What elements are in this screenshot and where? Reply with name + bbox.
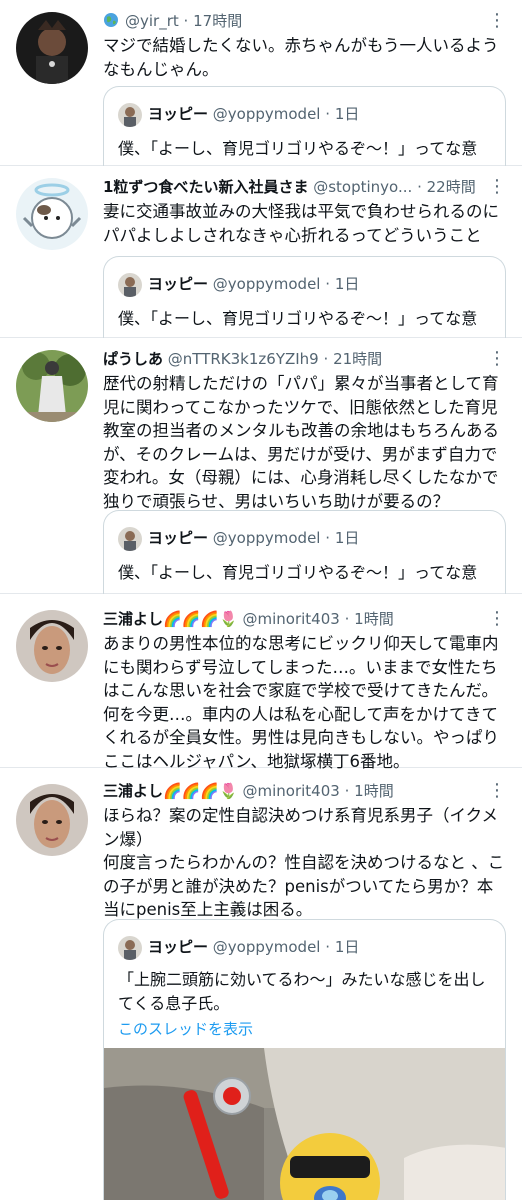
avatar bbox=[118, 935, 142, 960]
timestamp[interactable]: 17時間 bbox=[193, 12, 242, 30]
avatar[interactable] bbox=[16, 784, 88, 856]
quoted-author-name: ヨッピー bbox=[148, 105, 209, 123]
timestamp[interactable]: 1時間 bbox=[354, 610, 394, 628]
avatar bbox=[118, 272, 142, 297]
globe-icon bbox=[103, 11, 119, 27]
quoted-author-handle: @yoppymodel bbox=[212, 275, 321, 293]
quoted-author-name: ヨッピー bbox=[148, 529, 209, 547]
separator: · bbox=[323, 350, 329, 368]
quoted-text: 僕、「よーし、育児ゴリゴリやるぞ〜！」ってな意 bbox=[118, 139, 478, 158]
separator: · bbox=[325, 275, 331, 293]
quoted-tweet[interactable]: ヨッピー @yoppymodel · 1日 「上腕二頭筋に効いてるわ〜」みたいな… bbox=[103, 919, 506, 1200]
avatar[interactable] bbox=[16, 178, 88, 250]
quoted-text: 「上腕二頭筋に効いてるわ〜」みたいな感じを出してくる息子氏。 bbox=[118, 970, 486, 1013]
author-handle[interactable]: @stoptinyo... bbox=[313, 178, 412, 196]
separator: · bbox=[344, 610, 350, 628]
show-thread-link[interactable]: このスレッドを表示 bbox=[118, 1018, 253, 1039]
tweet-text: 歴代の射精しただけの「パパ」累々が当事者として育児に関わってこなかったツケで、旧… bbox=[103, 374, 499, 511]
quoted-timestamp: 1日 bbox=[334, 105, 360, 123]
separator: · bbox=[325, 938, 331, 956]
quoted-timestamp: 1日 bbox=[334, 529, 360, 547]
separator: · bbox=[344, 782, 350, 800]
quoted-tweet[interactable]: ヨッピー @yoppymodel · 1日 僕、「よーし、育児ゴリゴリやるぞ〜！… bbox=[103, 86, 506, 166]
quoted-author-name: ヨッピー bbox=[148, 275, 209, 293]
quoted-author-handle: @yoppymodel bbox=[212, 105, 321, 123]
tweet[interactable]: 三浦よし🌈🌈🌈🌷 @minorit403 · 1時間 ⋮ あまりの男性本位的な思… bbox=[0, 594, 522, 771]
author-name[interactable]: 三浦よし🌈🌈🌈🌷 bbox=[103, 782, 238, 800]
quoted-tweet[interactable]: ヨッピー @yoppymodel · 1日 僕、「よーし、育児ゴリゴリやるぞ〜！… bbox=[103, 256, 506, 338]
separator: · bbox=[325, 105, 331, 123]
author-handle[interactable]: @minorit403 bbox=[243, 610, 340, 628]
more-vertical-icon[interactable]: ⋮ bbox=[488, 178, 506, 196]
tweet-text: マジで結婚したくない。赤ちゃんがもう一人いるようなもんじゃん。 bbox=[103, 36, 499, 79]
author-handle[interactable]: @yir_rt bbox=[125, 12, 179, 30]
author-handle[interactable]: @minorit403 bbox=[243, 782, 340, 800]
author-name[interactable]: ぱうしあ bbox=[103, 350, 163, 368]
separator: · bbox=[183, 12, 189, 30]
quoted-text: 僕、「よーし、育児ゴリゴリやるぞ〜！」ってな意 bbox=[118, 563, 478, 582]
more-vertical-icon[interactable]: ⋮ bbox=[488, 12, 506, 30]
timestamp[interactable]: 22時間 bbox=[427, 178, 476, 196]
author-name[interactable]: 1粒ずつ食べたい新入社員さま bbox=[103, 178, 308, 196]
tweet-text: あまりの男性本位的な思考にビックリ仰天して電車内にも関わらず号泣してしまった…。… bbox=[103, 634, 499, 771]
avatar[interactable] bbox=[16, 610, 88, 682]
quoted-photo[interactable] bbox=[104, 1048, 505, 1200]
quoted-author-handle: @yoppymodel bbox=[212, 529, 321, 547]
tweet[interactable]: ぱうしあ @nTTRK3k1z6YZIh9 · 21時間 ⋮ 歴代の射精しただけ… bbox=[0, 338, 522, 594]
tweet-text: 妻に交通事故並みの大怪我は平気で負わせられるのにパパよしよしされなきゃ心折れるっ… bbox=[103, 202, 499, 245]
avatar[interactable] bbox=[16, 12, 88, 84]
tweet[interactable]: @yir_rt · 17時間 ⋮ マジで結婚したくない。赤ちゃんがもう一人いるよ… bbox=[0, 0, 522, 166]
quoted-author-name: ヨッピー bbox=[148, 938, 209, 956]
tweet[interactable]: 三浦よし🌈🌈🌈🌷 @minorit403 · 1時間 ⋮ ほらね？案の定性自認決… bbox=[0, 768, 522, 1200]
tweet-text: ほらね？案の定性自認決めつけ系育児系男子（イクメン爆） 何度言ったらわかんの？性… bbox=[103, 806, 505, 919]
more-vertical-icon[interactable]: ⋮ bbox=[488, 782, 506, 800]
timestamp[interactable]: 21時間 bbox=[333, 350, 382, 368]
avatar bbox=[118, 526, 142, 551]
more-vertical-icon[interactable]: ⋮ bbox=[488, 350, 506, 368]
quoted-text: 僕、「よーし、育児ゴリゴリやるぞ〜！」ってな意 bbox=[118, 309, 478, 328]
separator: · bbox=[325, 529, 331, 547]
quoted-tweet[interactable]: ヨッピー @yoppymodel · 1日 僕、「よーし、育児ゴリゴリやるぞ〜！… bbox=[103, 510, 506, 594]
author-handle[interactable]: @nTTRK3k1z6YZIh9 bbox=[168, 350, 319, 368]
quoted-author-handle: @yoppymodel bbox=[212, 938, 321, 956]
tweet[interactable]: 1粒ずつ食べたい新入社員さま @stoptinyo... · 22時間 ⋮ 妻に… bbox=[0, 166, 522, 338]
avatar[interactable] bbox=[16, 350, 88, 422]
author-name[interactable]: 三浦よし🌈🌈🌈🌷 bbox=[103, 610, 238, 628]
avatar bbox=[118, 102, 142, 127]
timestamp[interactable]: 1時間 bbox=[354, 782, 394, 800]
separator: · bbox=[417, 178, 422, 196]
more-vertical-icon[interactable]: ⋮ bbox=[488, 610, 506, 628]
quoted-timestamp: 1日 bbox=[334, 275, 360, 293]
quoted-timestamp: 1日 bbox=[334, 938, 360, 956]
